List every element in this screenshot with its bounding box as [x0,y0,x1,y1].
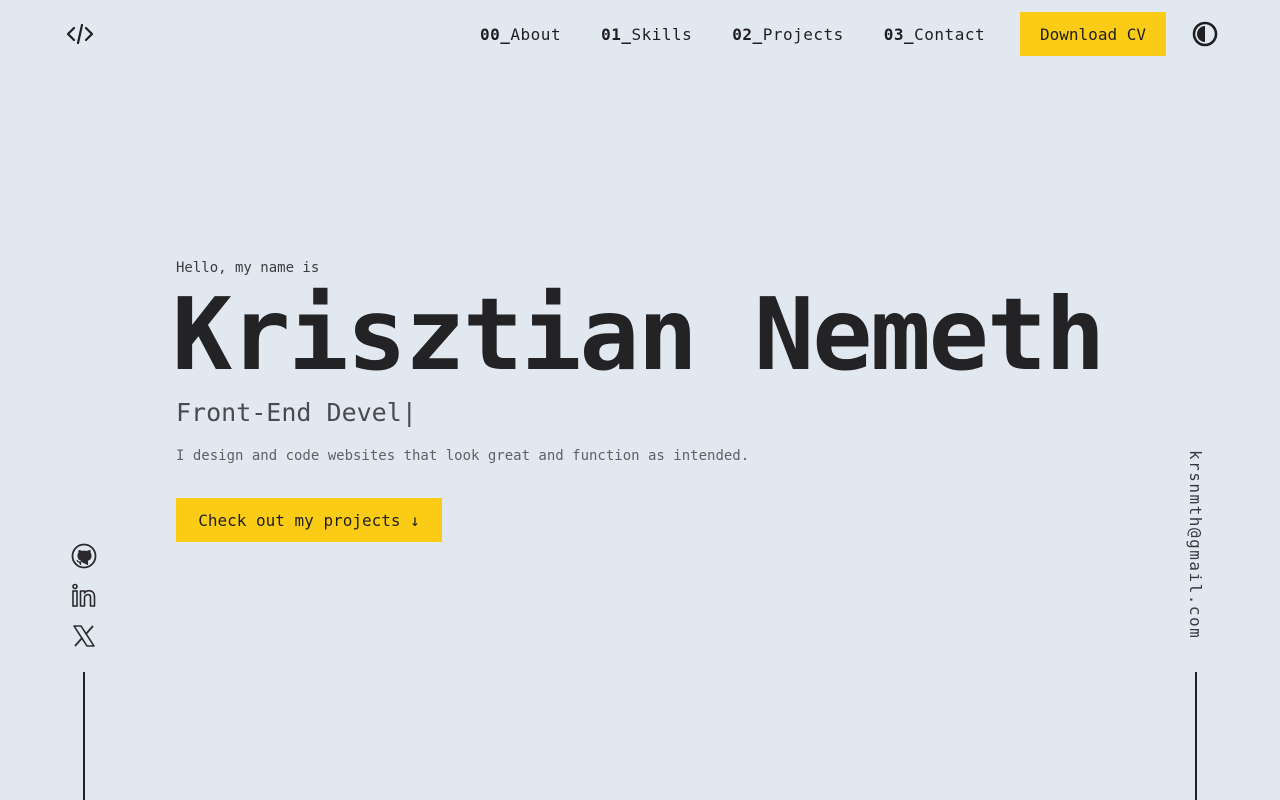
nav-label: Skills [631,24,693,44]
nav-number: 01_ [601,24,632,44]
page: 00_About 01_Skills 02_Projects 03_Contac… [0,0,1280,800]
nav-label: About [510,24,562,44]
nav-number: 03_ [883,24,915,44]
contrast-toggle-icon[interactable] [1192,21,1218,47]
right-vertical-line [1195,672,1197,800]
projects-cta-button[interactable]: Check out my projects ↓ [176,498,442,542]
hero-greeting: Hello, my name is [176,260,320,276]
nav-item-projects[interactable]: 02_Projects [732,25,843,44]
nav-item-about[interactable]: 00_About [480,25,561,44]
logo-code-icon[interactable] [66,22,94,46]
download-cv-button[interactable]: Download CV [1020,12,1166,56]
nav-label: Projects [762,24,844,44]
github-icon[interactable] [70,542,98,570]
nav-item-contact[interactable]: 03_Contact [884,25,985,44]
linkedin-icon[interactable] [70,582,98,610]
hero-role: Front-End Devel| [176,398,417,427]
hero-description: I design and code websites that look gre… [176,448,750,464]
x-twitter-icon[interactable] [70,622,98,650]
main-nav: 00_About 01_Skills 02_Projects 03_Contac… [480,12,1025,56]
nav-number: 00_ [480,24,511,44]
nav-item-skills[interactable]: 01_Skills [601,25,692,44]
left-vertical-line [83,672,85,800]
email-link[interactable]: krsnmth@gmail.com [1186,450,1205,639]
nav-number: 02_ [732,24,763,44]
nav-label: Contact [914,24,986,44]
hero-name: Krisztian Nemeth [172,276,1105,393]
